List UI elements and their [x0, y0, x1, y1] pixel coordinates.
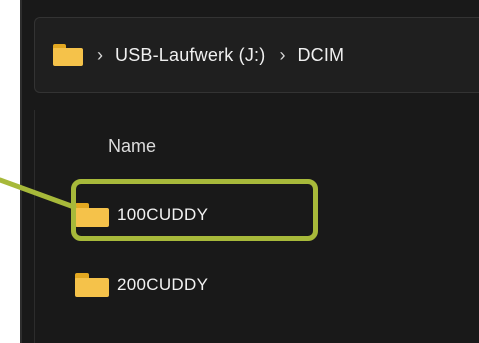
chevron-right-icon: ›: [279, 44, 286, 65]
list-item-200cuddy[interactable]: 200CUDDY: [75, 265, 208, 305]
file-list: Name 100CUDDY 200CUDDY: [34, 110, 479, 343]
folder-icon: [53, 44, 83, 66]
address-bar[interactable]: › USB-Laufwerk (J:) › DCIM: [34, 17, 479, 93]
breadcrumb-item-dcim[interactable]: DCIM: [297, 45, 344, 66]
explorer-window: › USB-Laufwerk (J:) › DCIM Name 100CUDDY…: [20, 0, 479, 343]
highlight-box: [71, 179, 318, 241]
column-header-name[interactable]: Name: [108, 136, 156, 157]
folder-icon: [75, 273, 109, 297]
breadcrumb-item-drive[interactable]: USB-Laufwerk (J:): [115, 45, 265, 66]
chevron-right-icon: ›: [97, 44, 103, 65]
list-item-label: 200CUDDY: [117, 275, 209, 294]
